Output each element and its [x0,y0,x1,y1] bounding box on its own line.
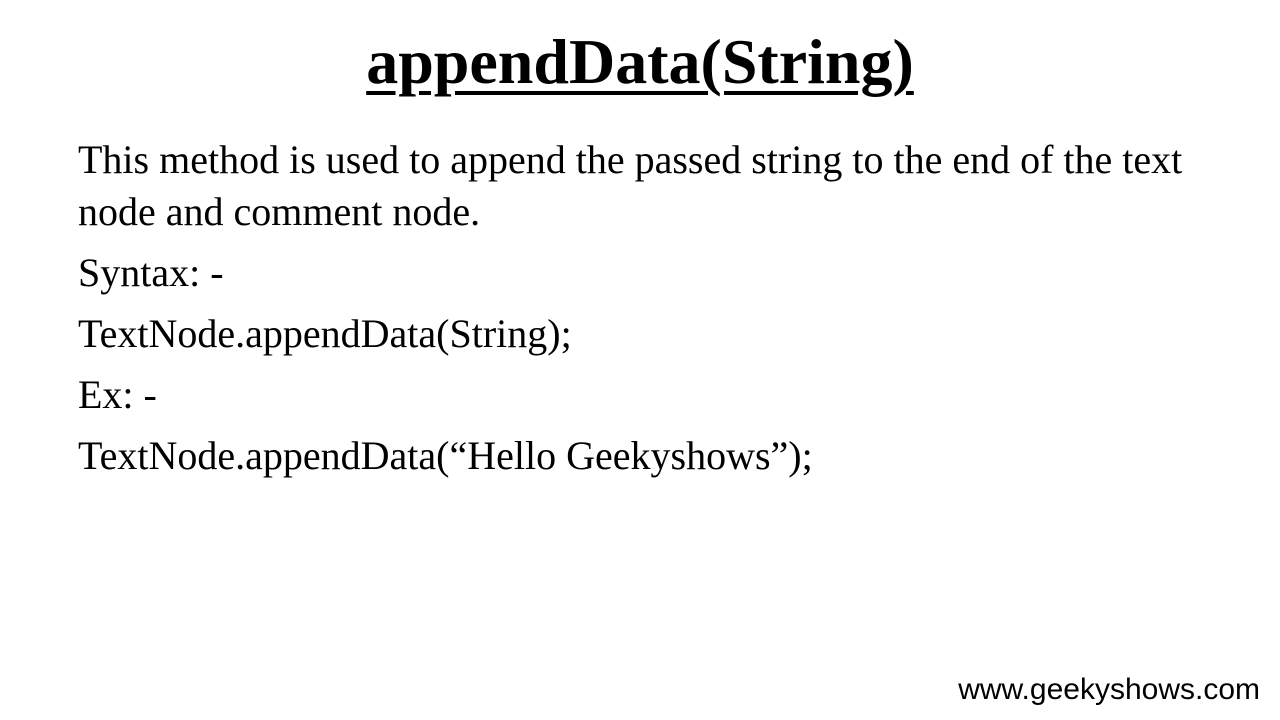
website-watermark: www.geekyshows.com [958,673,1260,706]
method-description: This method is used to append the passed… [78,137,1183,234]
slide-title: appendData(String) [0,20,1280,104]
slide-title-text: appendData(String) [366,26,914,97]
syntax-code: TextNode.appendData(String); [78,311,572,356]
example-code: TextNode.appendData(“Hello Geekyshows”); [78,433,813,478]
example-label: Ex: - [78,372,157,417]
syntax-label: Syntax: - [78,250,224,295]
